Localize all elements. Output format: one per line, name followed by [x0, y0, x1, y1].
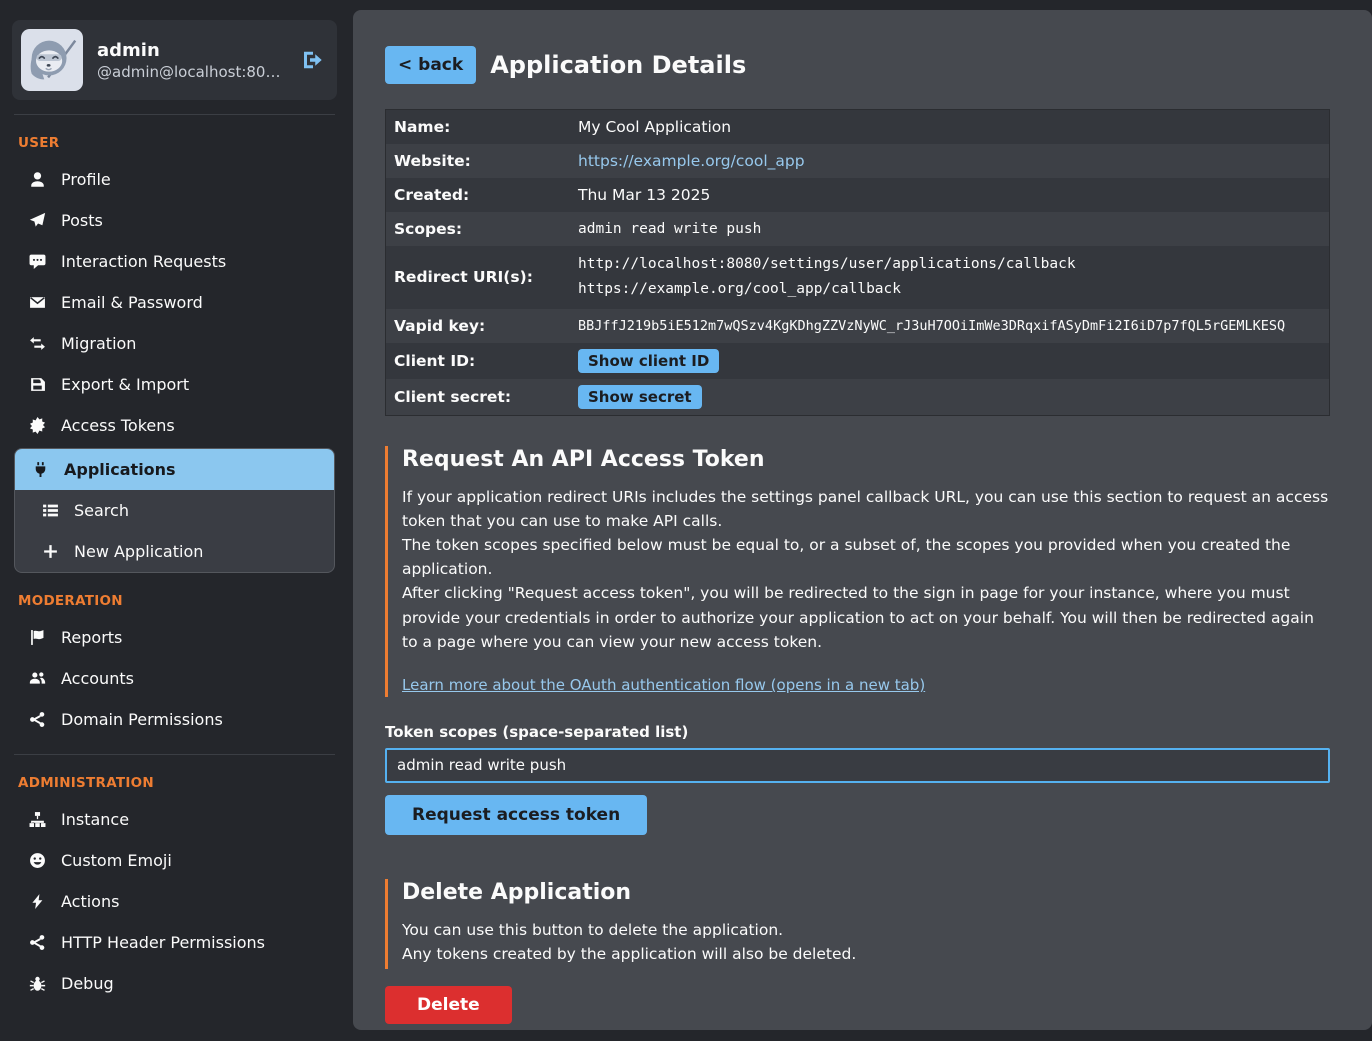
sidebar-item-posts[interactable]: Posts — [12, 200, 337, 241]
table-row-name: Name: My Cool Application — [386, 110, 1329, 144]
table-row-scopes: Scopes: admin read write push — [386, 212, 1329, 246]
certificate-icon — [28, 417, 46, 434]
back-button[interactable]: < back — [385, 46, 476, 84]
list-icon — [41, 502, 59, 519]
created-date: Thu Mar 13 2025 — [578, 186, 1321, 204]
token-scopes-input[interactable] — [385, 748, 1330, 783]
request-token-paragraph: The token scopes specified below must be… — [402, 533, 1330, 581]
sidebar-item-profile[interactable]: Profile — [12, 159, 337, 200]
user-handle: @admin@localhost:80… — [97, 63, 280, 81]
avatar — [21, 29, 83, 91]
request-token-paragraph: After clicking "Request access token", y… — [402, 581, 1330, 654]
request-access-token-button[interactable]: Request access token — [385, 795, 647, 835]
envelope-lock-icon — [28, 294, 46, 311]
divider — [14, 114, 335, 115]
sidebar-item-applications-search[interactable]: Search — [15, 490, 334, 531]
plus-icon — [41, 543, 59, 560]
sidebar-item-interaction-requests[interactable]: Interaction Requests — [12, 241, 337, 282]
sidebar-item-actions[interactable]: Actions — [12, 881, 337, 922]
sidebar-item-custom-emoji[interactable]: Custom Emoji — [12, 840, 337, 881]
sidebar-item-new-application[interactable]: New Application — [15, 531, 334, 572]
comment-dots-icon — [28, 253, 46, 270]
user-icon — [28, 171, 46, 188]
bug-icon — [28, 975, 46, 992]
sidebar-item-domain-permissions[interactable]: Domain Permissions — [12, 699, 337, 740]
sidebar-item-debug[interactable]: Debug — [12, 963, 337, 1004]
scopes-value: admin read write push — [578, 221, 1321, 237]
application-details-table: Name: My Cool Application Website: https… — [385, 109, 1330, 416]
table-row-client-secret: Client secret: Show secret — [386, 379, 1329, 415]
section-label-moderation: MODERATION — [18, 593, 331, 609]
table-row-client-id: Client ID: Show client ID — [386, 343, 1329, 379]
table-row-vapid-key: Vapid key: BBJffJ219b5iE512m7wQSzv4KgKDh… — [386, 309, 1329, 343]
sidebar-item-accounts[interactable]: Accounts — [12, 658, 337, 699]
bolt-icon — [28, 893, 46, 910]
sidebar-item-access-tokens[interactable]: Access Tokens — [12, 405, 337, 446]
paper-plane-icon — [28, 212, 46, 229]
floppy-disk-icon — [28, 376, 46, 393]
token-scopes-label: Token scopes (space-separated list) — [385, 723, 1330, 741]
table-row-created: Created: Thu Mar 13 2025 — [386, 178, 1329, 212]
section-label-user: USER — [18, 135, 331, 151]
section-label-administration: ADMINISTRATION — [18, 775, 331, 791]
delete-button[interactable]: Delete — [385, 986, 512, 1024]
token-form: Token scopes (space-separated list) Requ… — [385, 723, 1330, 835]
sidebar-item-reports[interactable]: Reports — [12, 617, 337, 658]
delete-application-heading: Delete Application — [402, 880, 1330, 905]
website-link[interactable]: https://example.org/cool_app — [578, 152, 805, 170]
delete-paragraph: You can use this button to delete the ap… — [402, 918, 1330, 942]
request-token-paragraph: If your application redirect URIs includ… — [402, 485, 1330, 533]
request-token-section: Request An API Access Token If your appl… — [385, 446, 1330, 697]
sidebar-item-email-password[interactable]: Email & Password — [12, 282, 337, 323]
sidebar-item-migration[interactable]: Migration — [12, 323, 337, 364]
user-card[interactable]: admin @admin@localhost:80… — [12, 20, 337, 100]
users-icon — [28, 670, 46, 687]
redirect-uri-1: http://localhost:8080/settings/user/appl… — [578, 252, 1321, 277]
table-row-redirect-uris: Redirect URI(s): http://localhost:8080/s… — [386, 246, 1329, 309]
page-title: Application Details — [490, 51, 746, 79]
redirect-uri-2: https://example.org/cool_app/callback — [578, 277, 1321, 302]
applications-group: Applications Search New Application — [14, 448, 335, 573]
flag-icon — [28, 629, 46, 646]
table-row-website: Website: https://example.org/cool_app — [386, 144, 1329, 178]
title-row: < back Application Details — [385, 46, 1330, 84]
show-secret-button[interactable]: Show secret — [578, 385, 702, 409]
plug-icon — [31, 461, 49, 478]
username: admin — [97, 39, 280, 62]
divider — [14, 754, 335, 755]
oauth-docs-link[interactable]: Learn more about the OAuth authenticatio… — [402, 676, 925, 694]
sidebar-item-instance[interactable]: Instance — [12, 799, 337, 840]
share-nodes-icon — [28, 934, 46, 951]
arrows-left-right-icon — [28, 335, 46, 352]
delete-application-section: Delete Application You can use this butt… — [385, 879, 1330, 969]
application-name: My Cool Application — [578, 118, 1321, 136]
smiley-icon — [28, 852, 46, 869]
logout-icon[interactable] — [301, 48, 325, 72]
request-token-heading: Request An API Access Token — [402, 447, 1330, 472]
sidebar-item-export-import[interactable]: Export & Import — [12, 364, 337, 405]
sitemap-icon — [28, 811, 46, 828]
main-panel: < back Application Details Name: My Cool… — [353, 10, 1372, 1030]
share-nodes-icon — [28, 711, 46, 728]
delete-paragraph: Any tokens created by the application wi… — [402, 942, 1330, 966]
vapid-key-value: BBJffJ219b5iE512m7wQSzv4KgKDhgZZVzNyWC_r… — [578, 318, 1321, 334]
show-client-id-button[interactable]: Show client ID — [578, 349, 719, 373]
sidebar: admin @admin@localhost:80… USER Profile … — [0, 0, 353, 1041]
sidebar-item-applications[interactable]: Applications — [15, 449, 334, 490]
sidebar-item-http-header-permissions[interactable]: HTTP Header Permissions — [12, 922, 337, 963]
